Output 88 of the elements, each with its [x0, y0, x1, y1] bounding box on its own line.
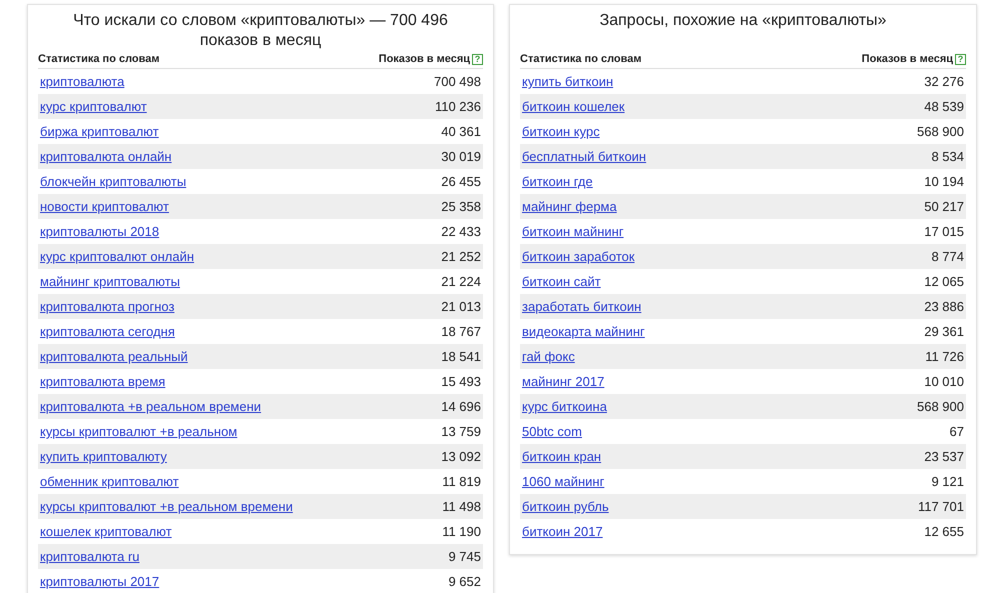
keyword-link[interactable]: биткоин курс: [522, 124, 600, 139]
impressions-count: 17 015: [924, 224, 964, 239]
keyword-link[interactable]: видеокарта майнинг: [522, 324, 645, 339]
keyword-link[interactable]: курс криптовалют онлайн: [40, 249, 194, 264]
impressions-count: 10 010: [924, 374, 964, 389]
keyword-link[interactable]: бесплатный биткоин: [522, 149, 646, 164]
keyword-link[interactable]: криптовалюта: [40, 74, 124, 89]
column-header: Показов в месяц: [862, 53, 953, 65]
keyword-link[interactable]: криптовалюта сегодня: [40, 324, 175, 339]
keyword-link[interactable]: майнинг 2017: [522, 374, 604, 389]
impressions-count: 11 498: [442, 499, 481, 514]
column-header: Показов в месяц: [378, 53, 470, 65]
keyword-link[interactable]: криптовалюта +в реальном времени: [40, 399, 262, 414]
impressions-count: 11 726: [925, 349, 964, 364]
impressions-count: 21 252: [441, 249, 481, 264]
impressions-count: 568 900: [917, 124, 964, 139]
keyword-link[interactable]: биткоин рубль: [522, 499, 609, 514]
impressions-count: 110 236: [434, 99, 481, 114]
keyword-link[interactable]: майнинг ферма: [522, 199, 617, 214]
keyword-link[interactable]: обменник криптовалют: [40, 474, 179, 489]
keyword-link[interactable]: биткоин заработок: [522, 249, 635, 264]
help-icon[interactable]: ?: [955, 54, 966, 64]
impressions-count: 13 092: [441, 449, 481, 464]
keyword-link[interactable]: биткоин майнинг: [522, 224, 624, 239]
impressions-count: 9 121: [931, 474, 964, 489]
keyword-link[interactable]: купить криптовалюту: [40, 449, 167, 464]
keyword-link[interactable]: гай фокс: [522, 349, 575, 364]
keyword-link[interactable]: курс криптовалют: [40, 99, 147, 114]
impressions-count: 18 541: [441, 349, 481, 364]
keyword-link[interactable]: криптовалюта реальный: [40, 349, 188, 364]
keyword-link[interactable]: курс биткоина: [522, 399, 607, 414]
impressions-count: 11 190: [442, 524, 481, 539]
keyword-link[interactable]: криптовалюта ru: [40, 549, 140, 564]
impressions-count: 8 774: [931, 249, 964, 264]
impressions-count: 22 433: [441, 224, 481, 239]
impressions-count: 23 886: [924, 299, 964, 314]
keyword-link[interactable]: криптовалюты 2018: [40, 224, 160, 239]
keyword-link[interactable]: новости криптовалют: [40, 199, 169, 214]
keyword-link[interactable]: 1060 майнинг: [522, 474, 604, 489]
impressions-count: 18 767: [441, 324, 481, 339]
impressions-count: 13 759: [441, 424, 481, 439]
keyword-link[interactable]: криптовалюта время: [40, 374, 166, 389]
impressions-count: 29 361: [924, 324, 964, 339]
impressions-count: 32 276: [924, 74, 964, 89]
keyword-link[interactable]: 50btc com: [522, 424, 582, 439]
keyword-link[interactable]: биржа криптовалют: [40, 124, 159, 139]
keyword-link[interactable]: биткоин сайт: [522, 274, 601, 289]
keyword-link[interactable]: заработать биткоин: [522, 299, 642, 314]
impressions-count: 10 194: [924, 174, 964, 189]
keyword-link[interactable]: блокчейн криптовалюты: [40, 174, 186, 189]
impressions-count: 700 498: [434, 74, 481, 89]
impressions-count: 9 745: [448, 549, 481, 564]
keyword-link[interactable]: криптовалюта онлайн: [40, 149, 172, 164]
impressions-count: 11 819: [442, 474, 481, 489]
help-icon[interactable]: ?: [472, 54, 483, 64]
impressions-count: 8 534: [931, 149, 964, 164]
keyword-link[interactable]: кошелек криптовалют: [40, 524, 172, 539]
impressions-count: 40 361: [441, 124, 481, 139]
keyword-link[interactable]: биткоин кран: [522, 449, 602, 464]
keyword-link[interactable]: биткоин кошелек: [522, 99, 625, 114]
impressions-count: 48 539: [924, 99, 964, 114]
impressions-count: 30 019: [441, 149, 481, 164]
keyword-link[interactable]: купить биткоин: [522, 74, 614, 89]
impressions-count: 25 358: [441, 199, 481, 214]
impressions-count: 12 065: [924, 274, 964, 289]
keyword-link[interactable]: криптовалюты 2017: [40, 574, 160, 589]
keyword-link[interactable]: курсы криптовалют +в реальном: [40, 424, 238, 439]
impressions-count: 67: [950, 424, 964, 439]
impressions-count: 26 455: [441, 174, 481, 189]
impressions-count: 117 701: [918, 499, 964, 514]
keyword-link[interactable]: курсы криптовалют +в реальном времени: [40, 499, 293, 514]
keyword-link[interactable]: биткоин 2017: [522, 524, 603, 539]
impressions-count: 21 224: [441, 274, 481, 289]
panel-title: Запросы, похожие на «криптовалюты»: [598, 11, 888, 31]
impressions-count: 9 652: [448, 574, 481, 589]
panel-title: Что искали со словом «криптовалюты» — 700 496 показов в месяц: [72, 11, 449, 51]
impressions-count: 23 537: [924, 449, 964, 464]
keyword-link[interactable]: майнинг криптовалюты: [40, 274, 180, 289]
impressions-count: 14 696: [441, 399, 481, 414]
impressions-count: 15 493: [441, 374, 481, 389]
keyword-link[interactable]: криптовалюта прогноз: [40, 299, 174, 314]
impressions-count: 568 900: [917, 399, 964, 414]
impressions-count: 12 655: [924, 524, 964, 539]
impressions-count: 50 217: [924, 199, 964, 214]
column-header: Статистика по словам: [520, 53, 642, 65]
impressions-count: 21 013: [441, 299, 481, 314]
keyword-link[interactable]: биткоин где: [522, 174, 593, 189]
column-header: Статистика по словам: [38, 53, 160, 65]
